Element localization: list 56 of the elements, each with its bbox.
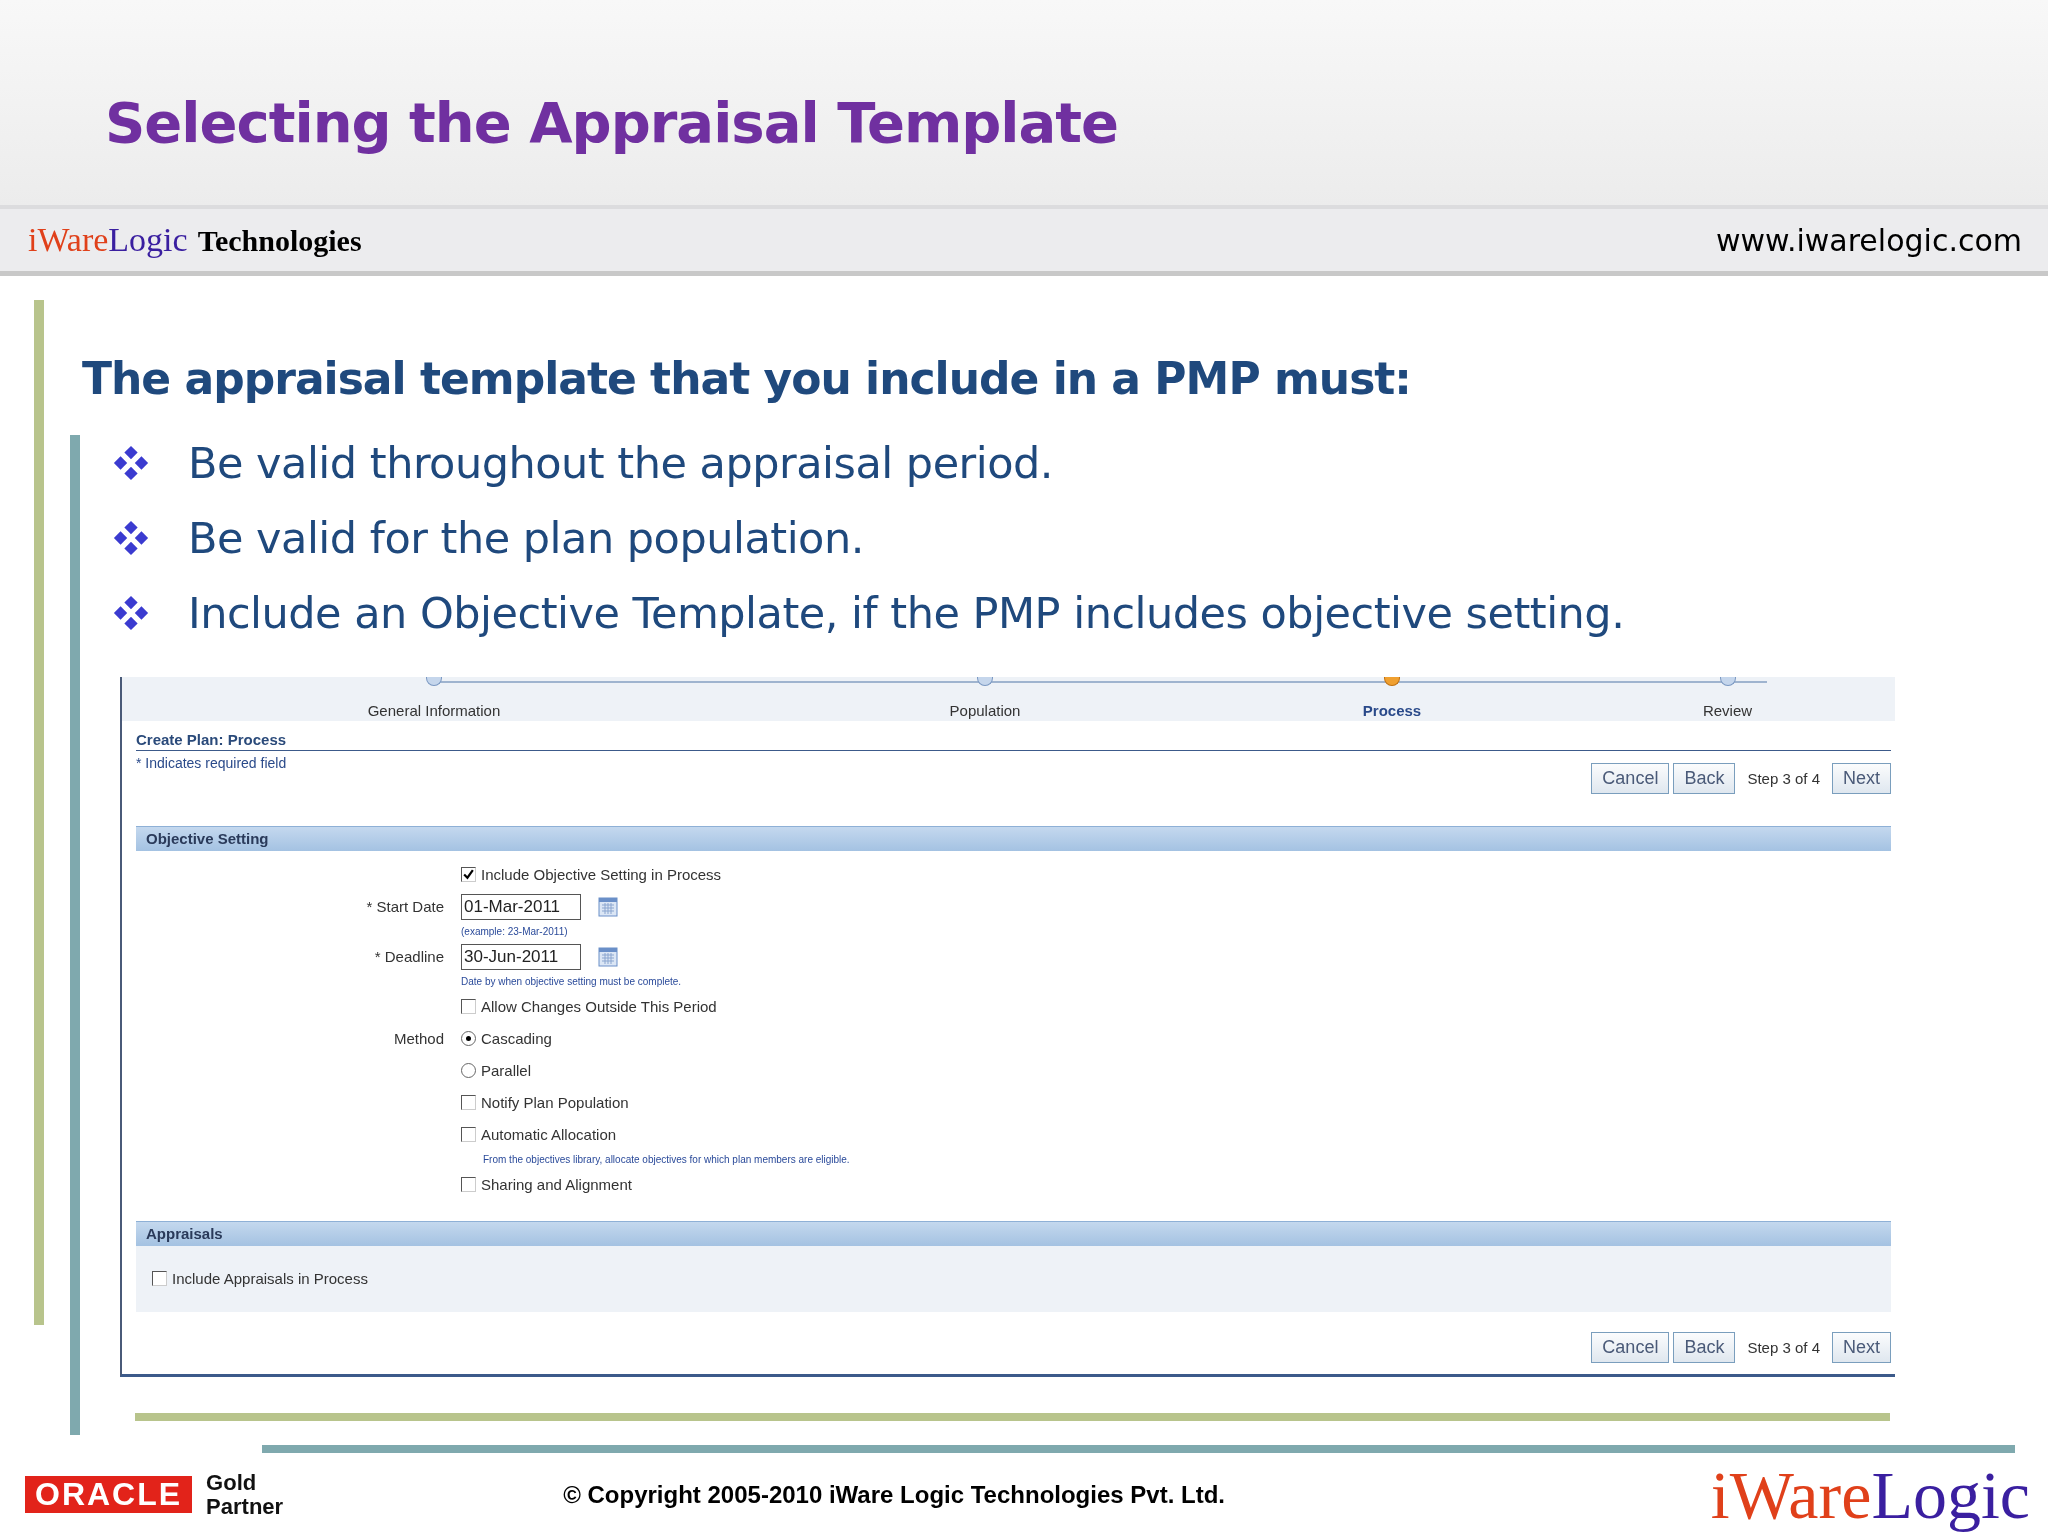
- step-counter: Step 3 of 4: [1746, 1338, 1821, 1356]
- slide-heading: The appraisal template that you include in a PMP must:: [82, 353, 1412, 406]
- checkbox-label: Sharing and Alignment: [481, 1176, 632, 1194]
- calendar-icon[interactable]: [598, 896, 618, 917]
- checkbox[interactable]: [152, 1271, 167, 1287]
- nav-button[interactable]: Cancel: [1591, 762, 1670, 794]
- step-counter: Step 3 of 4: [1746, 769, 1821, 787]
- radio-button[interactable]: [461, 1031, 476, 1047]
- section-header: Appraisals: [136, 1220, 1891, 1246]
- bullet-text: Be valid for the plan population.: [188, 513, 864, 564]
- checkbox[interactable]: [461, 1127, 476, 1143]
- checkbox[interactable]: [461, 867, 476, 883]
- nav-button[interactable]: Next: [1832, 762, 1891, 794]
- nav-button[interactable]: Back: [1673, 1331, 1736, 1363]
- partner-label: Partner: [206, 1494, 284, 1519]
- calendar-icon[interactable]: [598, 946, 618, 967]
- radio-button[interactable]: [461, 1063, 476, 1079]
- website-url: www.iwarelogic.com: [1716, 222, 2022, 258]
- company-logo: iWareLogic: [28, 221, 188, 259]
- field-hint: From the objectives library, allocate objectives for which plan members are eligible.: [482, 1154, 851, 1166]
- checkbox-label: Automatic Allocation: [481, 1126, 617, 1144]
- step-label[interactable]: Population: [949, 701, 1021, 719]
- section-header: Objective Setting: [136, 825, 1891, 851]
- date-field[interactable]: 30-Jun-2011: [461, 943, 581, 970]
- nav-button[interactable]: Back: [1673, 762, 1736, 794]
- step-label[interactable]: Review: [1702, 701, 1753, 719]
- required-note: * Indicates required field: [136, 754, 287, 771]
- field-hint: (example: 23-Mar-2011): [461, 926, 569, 938]
- checkbox[interactable]: [461, 1095, 476, 1111]
- step-label[interactable]: General Information: [367, 701, 501, 719]
- field-hint: Date by when objective setting must be complete.: [461, 976, 683, 988]
- bullet-icon: [112, 594, 150, 633]
- radio-label: Cascading: [481, 1030, 552, 1048]
- bullet-text: Include an Objective Template, if the PMP includes objective setting.: [188, 588, 1625, 639]
- checkbox-label: Include Appraisals in Process: [172, 1270, 368, 1288]
- checkbox-label: Notify Plan Population: [481, 1094, 629, 1112]
- step-label[interactable]: Process: [1362, 701, 1422, 719]
- nav-button[interactable]: Cancel: [1591, 1331, 1670, 1363]
- radio-label: Parallel: [481, 1062, 532, 1080]
- company-name: Technologies: [197, 224, 362, 258]
- partner-level: Gold: [206, 1470, 258, 1495]
- checkbox[interactable]: [461, 1177, 476, 1193]
- bullet-icon: [112, 444, 150, 483]
- nav-button[interactable]: Next: [1832, 1331, 1891, 1363]
- date-field[interactable]: 01-Mar-2011: [461, 893, 581, 920]
- bullet-text: Be valid throughout the appraisal period.: [188, 438, 1053, 489]
- field-label: Method: [393, 1030, 444, 1048]
- checkbox[interactable]: [461, 999, 476, 1015]
- field-label: * Start Date: [366, 898, 444, 916]
- checkbox-label: Allow Changes Outside This Period: [481, 998, 717, 1016]
- page-title: Create Plan: Process: [136, 730, 1891, 751]
- field-label: * Deadline: [374, 948, 444, 966]
- copyright-text: © Copyright 2005-2010 iWare Logic Technologies Pvt. Ltd.: [563, 1480, 1225, 1509]
- partner-logo: ORACLE: [25, 1476, 193, 1514]
- checkbox-label: Include Objective Setting in Process: [481, 866, 722, 884]
- bullet-icon: [112, 519, 150, 558]
